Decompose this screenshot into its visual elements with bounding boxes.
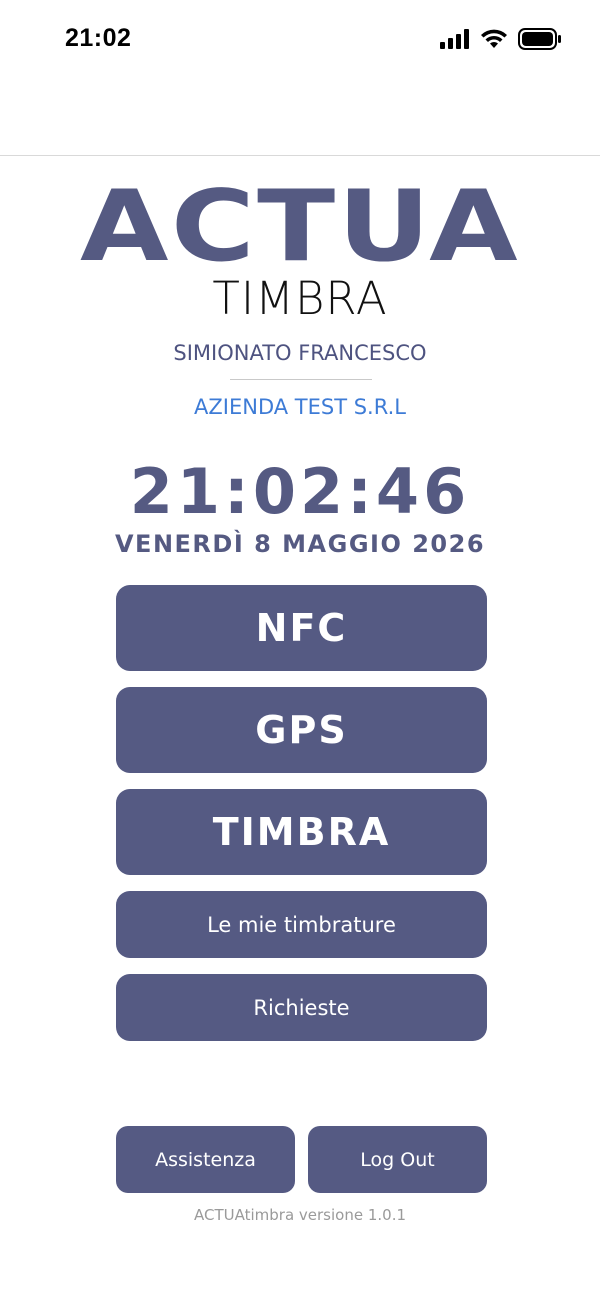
- status-icons: [440, 28, 562, 54]
- actua-logo: ACTUA: [0, 178, 600, 274]
- battery-icon: [518, 28, 562, 54]
- mie-timbrature-button[interactable]: Le mie timbrature: [116, 891, 487, 958]
- status-time: 21:02: [65, 24, 132, 52]
- timbra-button[interactable]: TIMBRA: [116, 789, 487, 875]
- richieste-button[interactable]: Richieste: [116, 974, 487, 1041]
- wifi-icon: [480, 29, 508, 53]
- user-name: SIMIONATO FRANCESCO: [173, 341, 427, 365]
- company-name: AZIENDA TEST S.R.L: [194, 395, 406, 419]
- clock-time: 21:02:46: [129, 455, 471, 528]
- logo-brand-text: ACTUA: [80, 178, 520, 274]
- app-version: ACTUAtimbra versione 1.0.1: [193, 1206, 407, 1224]
- logo-product-text: TIMBRA: [212, 272, 388, 325]
- gps-button[interactable]: GPS: [116, 687, 487, 773]
- status-bar: 21:02: [0, 0, 600, 80]
- header-divider: [0, 155, 600, 156]
- signal-icon: [440, 29, 470, 53]
- user-divider: [230, 379, 372, 380]
- assistenza-button[interactable]: Assistenza: [116, 1126, 295, 1193]
- clock-date: VENERDÌ 8 MAGGIO 2026: [114, 530, 486, 558]
- actua-logo-wordmark: ACTUA: [80, 178, 520, 274]
- logout-button[interactable]: Log Out: [308, 1126, 487, 1193]
- nfc-button[interactable]: NFC: [116, 585, 487, 671]
- app-screen: 21:02 ACTUA TIMBRA SIMIONATO FRANCESCO A…: [0, 0, 600, 1298]
